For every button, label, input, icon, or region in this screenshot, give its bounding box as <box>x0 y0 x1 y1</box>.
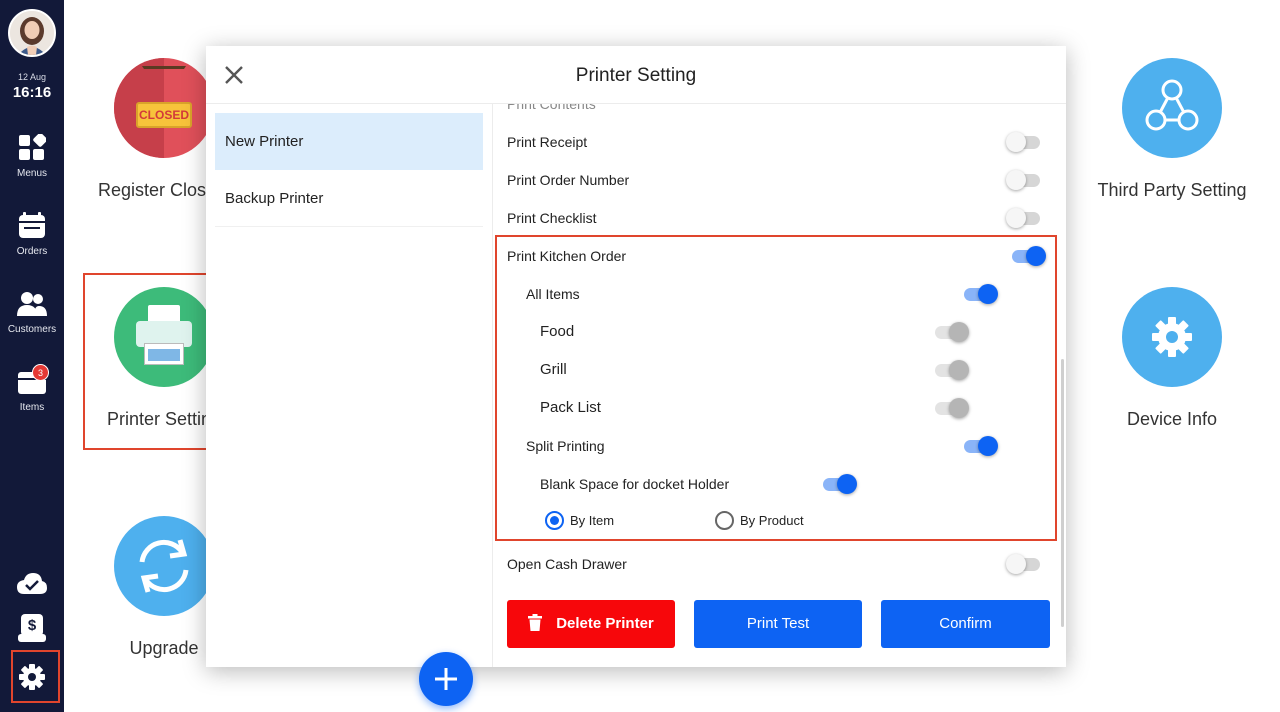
dialog-title: Printer Setting <box>575 65 697 86</box>
device-info-icon <box>1122 287 1222 387</box>
sidebar-item-label: Customers <box>7 324 57 335</box>
tile-label: Device Info <box>1126 409 1218 429</box>
gear-icon <box>1152 317 1192 357</box>
closed-sign-text: CLOSED <box>138 108 189 122</box>
pack-list-label: Pack List <box>540 399 601 416</box>
cash-drawer-icon: $ <box>18 614 46 642</box>
split-by-item-radio[interactable] <box>545 511 564 530</box>
print-checklist-label: Print Checklist <box>507 210 597 226</box>
cloud-sync-button[interactable] <box>16 568 48 600</box>
clock-date: 12 Aug <box>17 72 47 82</box>
sidebar-item-label: Items <box>19 402 45 413</box>
customers-icon <box>17 292 47 316</box>
print-test-button[interactable]: Print Test <box>694 600 862 648</box>
all-items-label: All Items <box>526 286 580 302</box>
refresh-arrows-icon <box>139 539 189 593</box>
third-party-icon <box>1122 58 1222 158</box>
print-order-number-label: Print Order Number <box>507 172 630 188</box>
print-checklist-toggle[interactable] <box>1006 206 1042 230</box>
tile-device-info[interactable]: Device Info <box>1072 287 1272 430</box>
split-by-product-radio[interactable] <box>715 511 734 530</box>
printer-setting-dialog: Printer Setting New Printer Backup Print… <box>206 46 1066 706</box>
split-by-product-label: By Product <box>740 513 804 528</box>
sidebar-item-menus[interactable]: Menus <box>0 134 64 179</box>
grill-toggle[interactable] <box>933 358 969 382</box>
orders-icon <box>19 212 45 238</box>
split-printing-label: Split Printing <box>526 438 605 454</box>
svg-text:$: $ <box>28 617 37 634</box>
settings-highlight-box <box>11 650 60 703</box>
pack-list-toggle[interactable] <box>933 396 969 420</box>
dialog-header: Printer Setting <box>206 46 1066 104</box>
clock-time: 16:16 <box>12 84 52 101</box>
kitchen-order-highlight-box <box>495 235 1057 541</box>
cloud-check-icon <box>17 573 47 594</box>
food-label: Food <box>540 323 575 340</box>
confirm-button[interactable]: Confirm <box>881 600 1050 648</box>
print-receipt-toggle[interactable] <box>1006 130 1042 154</box>
cash-drawer-button[interactable]: $ <box>16 612 48 644</box>
sidebar-item-customers[interactable]: Customers <box>0 290 64 335</box>
sidebar-item-items[interactable]: 3 Items <box>0 364 64 413</box>
sidebar: 12 Aug 16:16 Menus Orders Customers 3 It… <box>0 0 64 712</box>
delete-printer-label: Delete Printer <box>556 615 654 632</box>
connections-icon <box>1145 79 1199 131</box>
split-printing-toggle[interactable] <box>962 434 998 458</box>
user-avatar[interactable] <box>8 9 56 57</box>
register-closing-icon: CLOSED <box>114 58 214 158</box>
split-by-item-label: By Item <box>570 513 615 528</box>
section-title: Print Contents <box>507 104 596 112</box>
blank-space-toggle[interactable] <box>821 472 857 496</box>
sidebar-item-label: Menus <box>16 168 47 179</box>
food-toggle[interactable] <box>933 320 969 344</box>
sidebar-item-orders[interactable]: Orders <box>0 212 64 257</box>
open-cash-drawer-label: Open Cash Drawer <box>507 556 627 572</box>
delete-printer-button[interactable]: Delete Printer <box>507 600 675 648</box>
clock: 12 Aug 16:16 <box>0 72 64 101</box>
tile-label: Third Party Setting <box>1097 180 1247 200</box>
avatar-portrait-icon <box>10 11 54 55</box>
add-printer-button[interactable] <box>419 652 473 706</box>
options-scrollbar[interactable] <box>1061 359 1064 627</box>
print-kitchen-order-label: Print Kitchen Order <box>507 248 627 264</box>
print-kitchen-order-toggle[interactable] <box>1010 244 1046 268</box>
open-cash-drawer-toggle[interactable] <box>1006 552 1042 576</box>
blank-space-label: Blank Space for docket Holder <box>540 476 730 492</box>
tile-third-party-setting[interactable]: Third Party Setting <box>1072 58 1272 201</box>
upgrade-icon <box>114 516 214 616</box>
print-receipt-label: Print Receipt <box>507 134 588 150</box>
items-badge: 3 <box>32 364 49 381</box>
print-order-number-toggle[interactable] <box>1006 168 1042 192</box>
printer-item-new-printer[interactable]: New Printer <box>215 113 483 170</box>
printer-list: New Printer Backup Printer <box>206 104 493 706</box>
menus-icon <box>19 134 46 160</box>
trash-icon <box>528 613 543 631</box>
grill-label: Grill <box>540 361 567 378</box>
all-items-toggle[interactable] <box>962 282 998 306</box>
sidebar-item-label: Orders <box>16 246 48 257</box>
printer-item-backup-printer[interactable]: Backup Printer <box>215 170 483 227</box>
printer-options: Print Contents Print Receipt Print Order… <box>493 104 1066 667</box>
